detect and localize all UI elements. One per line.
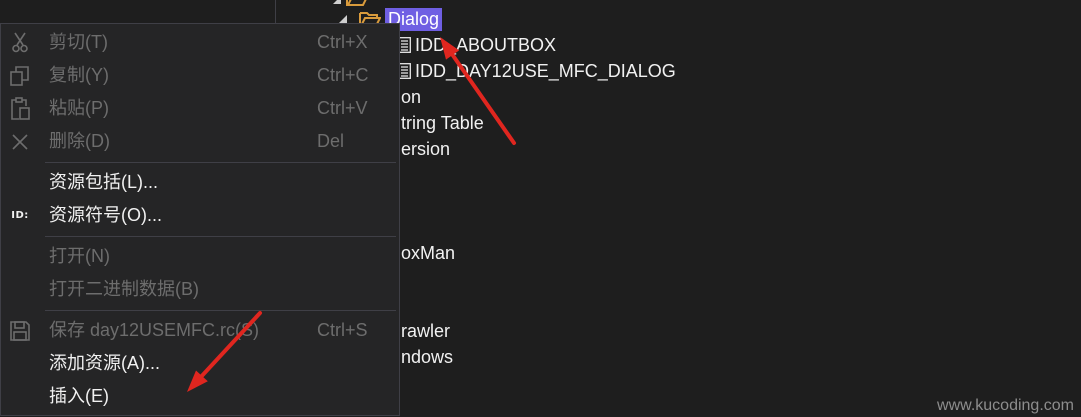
menu-item-label: 资源符号(O)... [49, 205, 162, 225]
menu-item-resource-symbols[interactable]: ID: 资源符号(O)... [1, 199, 399, 232]
menu-item-label: 打开二进制数据(B) [49, 279, 199, 299]
menu-item-label: 插入(E) [49, 386, 109, 406]
copy-icon [9, 64, 31, 87]
menu-item-shortcut: Del [317, 131, 345, 151]
menu-item-label: 复制(Y) [49, 65, 109, 85]
menu-item-shortcut: Ctrl+X [317, 32, 368, 52]
tree-item-partial[interactable]: on [401, 84, 421, 110]
menu-item-resource-includes[interactable]: 资源包括(L)... [1, 166, 399, 199]
menu-item-copy: 复制(Y) Ctrl+C [1, 59, 399, 92]
save-icon [9, 319, 31, 342]
menu-separator [1, 232, 399, 240]
context-menu: 剪切(T) Ctrl+X 复制(Y) Ctrl+C 粘贴(P) Ctrl+V 删… [0, 23, 400, 416]
tree-item-partial[interactable]: ersion [401, 136, 450, 162]
menu-item-shortcut: Ctrl+V [317, 98, 368, 118]
menu-item-add-resource[interactable]: 添加资源(A)... [1, 347, 399, 380]
menu-item-label: 删除(D) [49, 131, 110, 151]
tree-item-label: IDD_DAY12USE_MFC_DIALOG [415, 61, 676, 81]
paste-icon [9, 97, 31, 120]
scissors-icon [9, 31, 31, 54]
menu-item-paste: 粘贴(P) Ctrl+V [1, 92, 399, 125]
menu-item-open-binary-data: 打开二进制数据(B) [1, 273, 399, 306]
tree-item-dialog-resource[interactable]: IDD_DAY12USE_MFC_DIALOG [398, 58, 688, 84]
menu-item-shortcut: Ctrl+C [317, 65, 369, 85]
tree-item-partial[interactable]: oxMan [401, 240, 455, 266]
menu-item-insert[interactable]: 插入(E) [1, 380, 399, 413]
menu-item-delete: 删除(D) Del [1, 125, 399, 158]
tree-item-partial[interactable]: rawler [401, 318, 450, 344]
menu-item-label: 打开(N) [49, 246, 110, 266]
menu-item-open: 打开(N) [1, 240, 399, 273]
menu-item-cut: 剪切(T) Ctrl+X [1, 26, 399, 59]
menu-item-label: 保存 day12USEMFC.rc(S) [49, 320, 260, 340]
watermark: www.kucoding.com [937, 397, 1074, 414]
menu-item-save: 保存 day12USEMFC.rc(S) Ctrl+S [1, 314, 399, 347]
expanded-arrow-icon[interactable] [339, 15, 347, 23]
menu-item-label: 粘贴(P) [49, 98, 109, 118]
menu-separator [1, 158, 399, 166]
delete-icon [9, 130, 31, 153]
id-icon: ID: [11, 210, 29, 221]
menu-separator [1, 306, 399, 314]
tree-item-dialog-resource[interactable]: IDD_ABOUTBOX [398, 32, 598, 58]
tree-item-partial[interactable]: tring Table [401, 110, 484, 136]
tree-item-partial[interactable]: ndows [401, 344, 453, 370]
menu-item-shortcut: Ctrl+S [317, 320, 368, 340]
expanded-arrow-icon[interactable] [333, 0, 341, 4]
menu-item-label: 添加资源(A)... [49, 353, 160, 373]
menu-item-label: 剪切(T) [49, 32, 108, 52]
menu-item-label: 资源包括(L)... [49, 172, 159, 192]
tree-item-label: IDD_ABOUTBOX [415, 35, 557, 55]
